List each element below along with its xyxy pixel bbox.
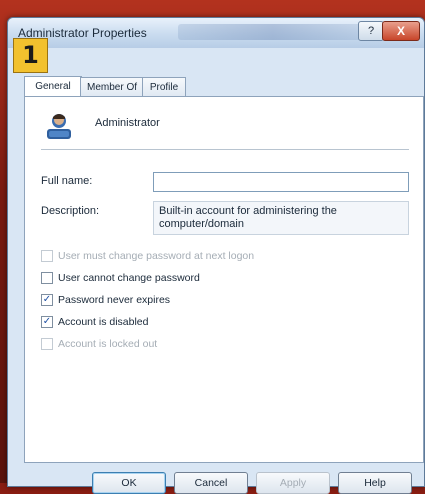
checkbox-must-change-password[interactable]: User must change password at next logon [41,249,254,263]
checkbox-label: Account is disabled [58,316,149,328]
checkbox-cannot-change-password[interactable]: User cannot change password [41,271,200,285]
checkbox-password-never-expires[interactable]: ✓ Password never expires [41,293,170,307]
checkbox-account-disabled[interactable]: ✓ Account is disabled [41,315,148,329]
properties-dialog: Administrator Properties ? X General Mem… [7,17,425,494]
ok-button[interactable]: OK [92,472,166,494]
cancel-button[interactable]: Cancel [174,472,248,494]
checkbox-label: Password never expires [58,294,171,306]
help-button[interactable]: Help [338,472,412,494]
full-name-label: Full name: [41,175,93,187]
description-label: Description: [41,205,100,217]
checkbox-box [41,272,53,284]
check-mark-icon: ✓ [41,294,53,306]
step-number-badge: 1 [13,38,48,73]
apply-button[interactable]: Apply [256,472,330,494]
checkbox-box [41,250,53,262]
help-title-button[interactable]: ? [358,21,384,41]
user-name: Administrator [95,117,160,129]
checkbox-account-locked-out[interactable]: Account is locked out [41,337,157,351]
divider [41,149,409,150]
checkbox-box [41,338,53,350]
full-name-field[interactable] [153,172,409,192]
check-mark-icon: ✓ [41,316,53,328]
title-bar[interactable]: Administrator Properties ? X [8,18,424,48]
checkbox-label: User must change password at next logon [58,250,255,262]
title-bar-blur [178,24,368,40]
tab-member-of[interactable]: Member Of [80,77,144,97]
description-field[interactable]: Built-in account for administering the c… [153,201,409,235]
checkbox-label: User cannot change password [58,272,200,284]
user-icon [47,114,71,139]
checkbox-label: Account is locked out [58,338,158,350]
tab-profile[interactable]: Profile [142,77,186,97]
tab-general[interactable]: General [24,76,82,97]
close-button[interactable]: X [382,21,420,41]
general-tab-panel: Administrator Full name: Description: Bu… [24,96,424,463]
